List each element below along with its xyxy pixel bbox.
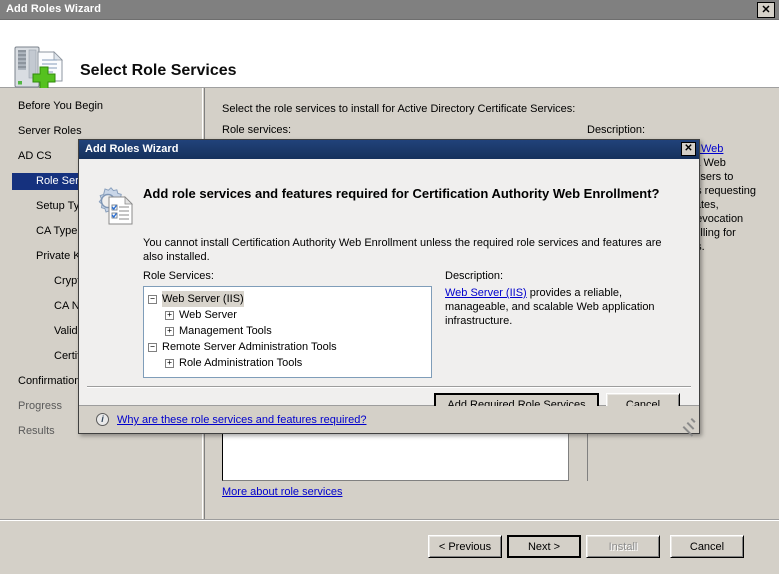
cancel-button[interactable]: Cancel	[670, 535, 744, 558]
server-add-icon	[12, 44, 68, 90]
required-role-services-tree[interactable]: − Web Server (IIS) + Web Server + Management …	[143, 286, 432, 378]
sidebar-item-label: Server Roles	[18, 125, 82, 137]
tree-item-label: Web Server	[179, 309, 237, 321]
wizard-footer: < Previous Next > Install Cancel	[0, 521, 779, 574]
collapse-icon[interactable]: −	[148, 342, 157, 352]
add-roles-wizard-window: Add Roles Wizard ✕ Select Role Services …	[0, 0, 779, 574]
tree-item-label: Role Administration Tools	[179, 357, 303, 369]
dialog-body: Add role services and features required …	[79, 159, 699, 416]
tree-item-label: Web Server (IIS)	[162, 291, 244, 307]
close-icon[interactable]: ✕	[681, 142, 696, 156]
dialog-footer: i Why are these role services and featur…	[79, 406, 699, 437]
description-label: Description:	[587, 124, 646, 136]
sidebar-item-progress[interactable]: Progress	[14, 398, 62, 415]
sidebar-item-results[interactable]: Results	[14, 423, 55, 440]
tree-item[interactable]: + Web Server	[148, 307, 431, 323]
role-services-label: Role services:	[222, 124, 292, 136]
sidebar-item-ca-type[interactable]: CA Type	[32, 223, 77, 240]
sidebar-item-label: Before You Begin	[18, 100, 104, 112]
collapse-icon[interactable]: −	[148, 294, 157, 304]
dialog-description-label: Description:	[445, 270, 504, 282]
tree-item[interactable]: + Role Administration Tools	[148, 355, 431, 371]
dialog-description-text: Web Server (IIS) provides a reliable, ma…	[445, 286, 683, 328]
required-role-services-dialog: Add Roles Wizard ✕ Add role services and…	[78, 139, 700, 437]
close-icon[interactable]: ✕	[757, 2, 775, 18]
sidebar-item-before-you-begin[interactable]: Before You Begin	[14, 98, 103, 115]
sidebar-item-label: Confirmation	[18, 375, 81, 387]
tree-item-label: Management Tools	[179, 325, 272, 337]
window-title: Add Roles Wizard	[6, 3, 102, 15]
resize-grip[interactable]	[682, 418, 696, 437]
sidebar-item-label: Progress	[18, 400, 63, 412]
dialog-subtext: You cannot install Certification Authori…	[143, 237, 662, 263]
expand-icon[interactable]: +	[165, 326, 174, 336]
gear-checklist-icon	[91, 185, 135, 227]
dialog-heading: Add role services and features required …	[143, 186, 660, 201]
previous-button[interactable]: < Previous	[428, 535, 502, 558]
window-titlebar: Add Roles Wizard ✕	[0, 0, 779, 20]
tree-item[interactable]: − Web Server (IIS)	[148, 291, 431, 307]
expand-icon[interactable]: +	[165, 310, 174, 320]
page-title: Select Role Services	[80, 62, 237, 79]
wizard-header: Select Role Services	[0, 20, 779, 90]
dialog-titlebar: Add Roles Wizard ✕	[79, 140, 699, 159]
sidebar-item-label: AD CS	[18, 150, 52, 162]
sidebar-item-label: Results	[18, 425, 55, 437]
tree-item[interactable]: + Management Tools	[148, 323, 431, 339]
sidebar-item-confirmation[interactable]: Confirmation	[14, 373, 80, 390]
sidebar-item-ad-cs[interactable]: AD CS	[14, 148, 52, 165]
sidebar-item-label: CA Type	[36, 225, 78, 237]
dialog-role-services-label: Role Services:	[143, 270, 214, 282]
tree-item-label: Remote Server Administration Tools	[162, 341, 337, 353]
intro-text: Select the role services to install for …	[222, 103, 576, 115]
dialog-description-link[interactable]: Web Server (IIS)	[445, 287, 527, 299]
why-required-link[interactable]: Why are these role services and features…	[117, 414, 366, 426]
more-about-role-services-link[interactable]: More about role services	[222, 486, 342, 498]
info-icon: i	[96, 413, 109, 426]
tree-item[interactable]: − Remote Server Administration Tools	[148, 339, 431, 355]
sidebar-item-server-roles[interactable]: Server Roles	[14, 123, 82, 140]
next-button[interactable]: Next >	[507, 535, 581, 558]
dialog-button-divider	[87, 386, 691, 388]
dialog-title: Add Roles Wizard	[85, 143, 179, 155]
expand-icon[interactable]: +	[165, 358, 174, 368]
install-button: Install	[586, 535, 660, 558]
